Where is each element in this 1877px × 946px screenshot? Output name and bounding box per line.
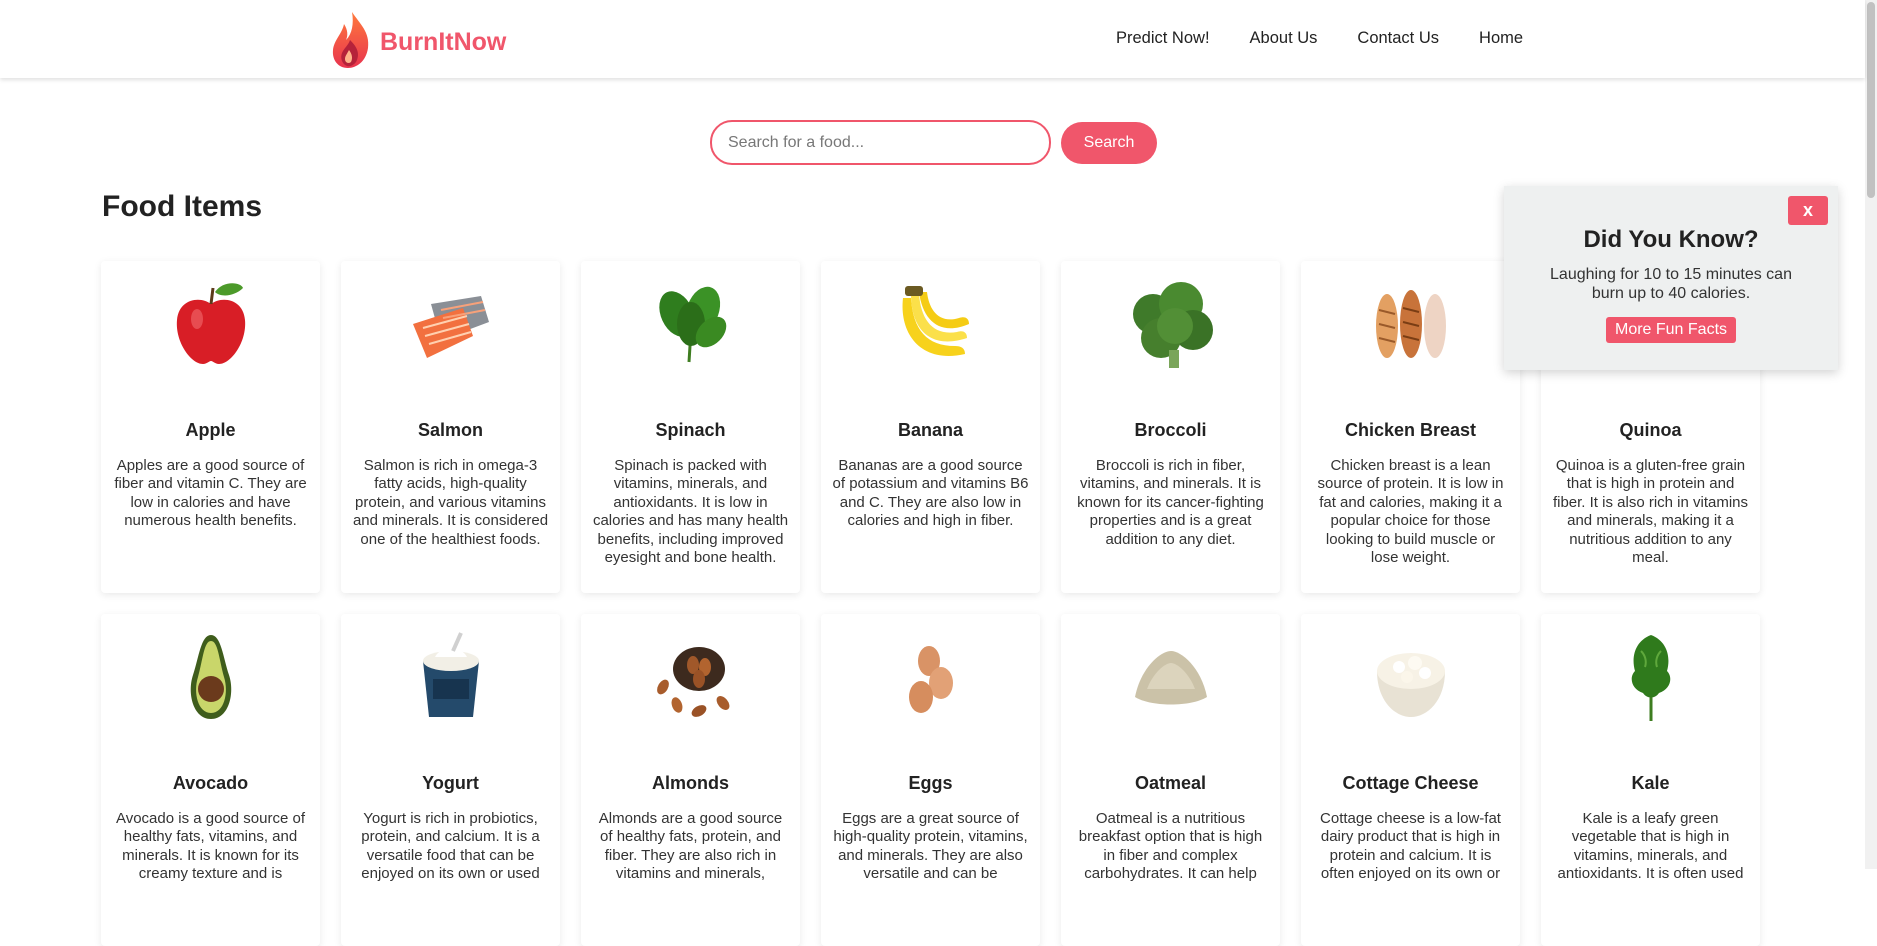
- food-name: Cottage Cheese: [1342, 773, 1479, 793]
- food-card-avocado[interactable]: Avocado Avocado is a good source of heal…: [101, 614, 320, 946]
- food-card-chicken-breast[interactable]: Chicken Breast Chicken breast is a lean …: [1301, 261, 1520, 593]
- food-name: Yogurt: [422, 773, 479, 793]
- section-title: Food Items: [102, 190, 263, 223]
- brand-name: BurnItNow: [380, 28, 507, 56]
- food-name: Banana: [897, 420, 964, 440]
- food-description: Almonds are a good source of healthy fat…: [598, 810, 783, 883]
- navbar: BurnItNow Predict Now! About Us Contact …: [0, 0, 1865, 78]
- food-description: Apples are a good source of fiber and vi…: [114, 457, 307, 530]
- eggs-icon: [821, 624, 1040, 729]
- kale-icon: [1541, 624, 1760, 729]
- food-name: Avocado: [172, 773, 249, 793]
- food-description: Salmon is rich in omega-3 fatty acids, h…: [352, 457, 549, 548]
- food-name: Broccoli: [1134, 420, 1207, 440]
- avocado-icon: [101, 624, 320, 729]
- food-name: Apple: [185, 420, 236, 440]
- food-card-oatmeal[interactable]: Oatmeal Oatmeal is a nutritious breakfas…: [1061, 614, 1280, 946]
- food-card-kale[interactable]: Kale Kale is a leafy green vegetable tha…: [1541, 614, 1760, 946]
- food-description: Yogurt is rich in probiotics, protein, a…: [361, 810, 540, 883]
- food-name: Chicken Breast: [1344, 420, 1477, 440]
- food-card-banana[interactable]: Banana Bananas are a good source of pota…: [821, 261, 1040, 593]
- food-name: Salmon: [417, 420, 483, 440]
- nav-link-home[interactable]: Home: [1479, 29, 1523, 48]
- search-input[interactable]: [710, 120, 1051, 165]
- food-description: Bananas are a good source of potassium a…: [832, 457, 1029, 530]
- nav-link-predict-now[interactable]: Predict Now!: [1116, 29, 1210, 48]
- food-name: Almonds: [651, 773, 729, 793]
- food-description: Broccoli is rich in fiber, vitamins, and…: [1077, 457, 1264, 548]
- food-name: Spinach: [655, 420, 726, 440]
- apple-icon: [101, 271, 320, 376]
- food-description: Eggs are a great source of high-quality …: [833, 810, 1028, 883]
- food-card-apple[interactable]: Apple Apples are a good source of fiber …: [101, 261, 320, 593]
- food-description: Avocado is a good source of healthy fats…: [115, 810, 306, 883]
- flame-icon: [330, 10, 372, 75]
- fact-title: Did You Know?: [1583, 226, 1759, 253]
- food-card-yogurt[interactable]: Yogurt Yogurt is rich in probiotics, pro…: [341, 614, 560, 946]
- food-description: Cottage cheese is a low-fat dairy produc…: [1320, 810, 1501, 883]
- food-name: Quinoa: [1619, 420, 1682, 440]
- food-description: Kale is a leafy green vegetable that is …: [1557, 810, 1744, 883]
- nav-link-contact-us[interactable]: Contact Us: [1357, 29, 1439, 48]
- broccoli-icon: [1061, 271, 1280, 376]
- salmon-icon: [341, 271, 560, 376]
- cottage-cheese-icon: [1301, 624, 1520, 729]
- nav-link-about-us[interactable]: About Us: [1250, 29, 1318, 48]
- fact-text: Laughing for 10 to 15 minutes can burn u…: [1550, 266, 1792, 302]
- food-card-broccoli[interactable]: Broccoli Broccoli is rich in fiber, vita…: [1061, 261, 1280, 593]
- food-name: Kale: [1631, 773, 1670, 793]
- fun-fact-popup: x Did You Know? Laughing for 10 to 15 mi…: [1504, 186, 1838, 370]
- banana-icon: [821, 271, 1040, 376]
- food-card-salmon[interactable]: Salmon Salmon is rich in omega-3 fatty a…: [341, 261, 560, 593]
- food-card-almonds[interactable]: Almonds Almonds are a good source of hea…: [581, 614, 800, 946]
- more-fun-facts-button[interactable]: More Fun Facts: [1605, 317, 1737, 343]
- close-popup-button[interactable]: x: [1788, 196, 1828, 225]
- food-description: Oatmeal is a nutritious breakfast option…: [1078, 810, 1263, 883]
- food-description: Chicken breast is a lean source of prote…: [1317, 457, 1504, 567]
- food-description: Quinoa is a gluten-free grain that is hi…: [1552, 457, 1749, 567]
- food-name: Eggs: [908, 773, 953, 793]
- nav-links: Predict Now! About Us Contact Us Home: [1116, 29, 1563, 48]
- oatmeal-icon: [1061, 624, 1280, 729]
- food-card-cottage-cheese[interactable]: Cottage Cheese Cottage cheese is a low-f…: [1301, 614, 1520, 946]
- brand[interactable]: BurnItNow: [330, 10, 506, 75]
- search-button[interactable]: Search: [1061, 121, 1157, 164]
- page-scrollbar[interactable]: [1865, 0, 1877, 869]
- spinach-icon: [581, 271, 800, 376]
- food-description: Spinach is packed with vitamins, mineral…: [592, 457, 789, 567]
- food-name: Oatmeal: [1134, 773, 1207, 793]
- food-card-spinach[interactable]: Spinach Spinach is packed with vitamins,…: [581, 261, 800, 593]
- food-card-eggs[interactable]: Eggs Eggs are a great source of high-qua…: [821, 614, 1040, 946]
- yogurt-icon: [341, 624, 560, 729]
- scrollbar-thumb[interactable]: [1867, 2, 1875, 198]
- chicken-breast-icon: [1301, 271, 1520, 376]
- search-bar: Search: [710, 120, 1157, 165]
- almonds-icon: [581, 624, 800, 729]
